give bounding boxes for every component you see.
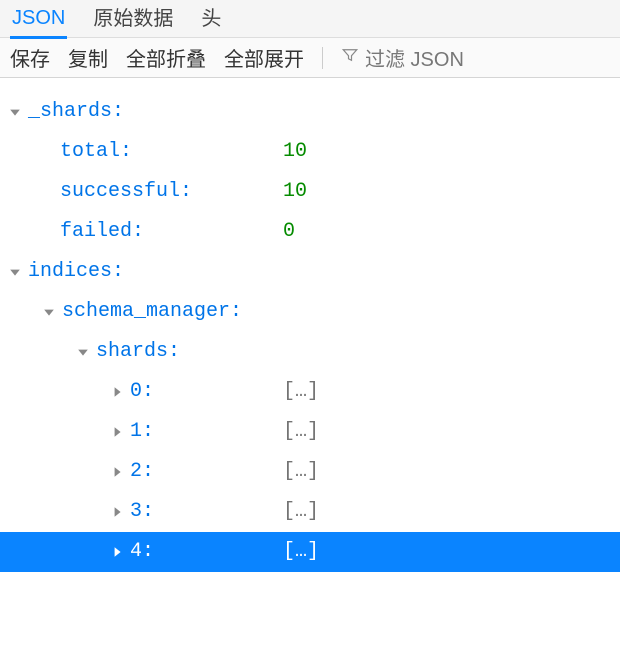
colon: : bbox=[132, 212, 144, 252]
tree-row-shard-0[interactable]: 0: […] bbox=[0, 372, 620, 412]
tree-value: […] bbox=[283, 452, 319, 492]
colon: : bbox=[120, 132, 132, 172]
tree-key: schema_manager bbox=[62, 292, 230, 332]
chevron-down-icon[interactable] bbox=[74, 346, 92, 358]
chevron-right-icon[interactable] bbox=[108, 426, 126, 438]
colon: : bbox=[230, 292, 242, 332]
tree-row-shards[interactable]: _shards: bbox=[0, 92, 620, 132]
colon: : bbox=[142, 532, 154, 572]
json-toolbar: 保存 复制 全部折叠 全部展开 过滤 JSON bbox=[0, 38, 620, 78]
colon: : bbox=[112, 92, 124, 132]
tree-row-schema-manager[interactable]: schema_manager: bbox=[0, 292, 620, 332]
tree-value: […] bbox=[283, 372, 319, 412]
json-tree: _shards: total: 10 successful: 10 failed… bbox=[0, 78, 620, 572]
funnel-icon bbox=[341, 46, 359, 70]
tab-raw-data[interactable]: 原始数据 bbox=[91, 1, 175, 37]
tree-row-shard-3[interactable]: 3: […] bbox=[0, 492, 620, 532]
collapse-all-button[interactable]: 全部折叠 bbox=[126, 43, 206, 72]
tree-value: […] bbox=[283, 492, 319, 532]
tree-row-successful[interactable]: successful: 10 bbox=[0, 172, 620, 212]
chevron-down-icon[interactable] bbox=[6, 266, 24, 278]
tree-key: total bbox=[60, 132, 120, 172]
chevron-down-icon[interactable] bbox=[6, 106, 24, 118]
tree-value: 10 bbox=[283, 172, 307, 212]
colon: : bbox=[112, 252, 124, 292]
tree-value: […] bbox=[283, 532, 319, 572]
toolbar-separator bbox=[322, 47, 323, 69]
colon: : bbox=[180, 172, 192, 212]
tree-row-shard-4[interactable]: 4: […] bbox=[0, 532, 620, 572]
chevron-right-icon[interactable] bbox=[108, 386, 126, 398]
tab-json[interactable]: JSON bbox=[10, 0, 67, 39]
tree-key: 4 bbox=[130, 532, 142, 572]
tree-key: 2 bbox=[130, 452, 142, 492]
chevron-right-icon[interactable] bbox=[108, 546, 126, 558]
tab-headers[interactable]: 头 bbox=[199, 1, 223, 37]
tree-value: 10 bbox=[283, 132, 307, 172]
tree-key: successful bbox=[60, 172, 180, 212]
tree-key: 0 bbox=[130, 372, 142, 412]
tree-key: indices bbox=[28, 252, 112, 292]
tree-row-shard-2[interactable]: 2: […] bbox=[0, 452, 620, 492]
tree-key: 1 bbox=[130, 412, 142, 452]
view-tabs: JSON 原始数据 头 bbox=[0, 0, 620, 38]
tree-row-total[interactable]: total: 10 bbox=[0, 132, 620, 172]
filter-json[interactable]: 过滤 JSON bbox=[341, 43, 464, 72]
tree-key: 3 bbox=[130, 492, 142, 532]
tree-row-inner-shards[interactable]: shards: bbox=[0, 332, 620, 372]
chevron-down-icon[interactable] bbox=[40, 306, 58, 318]
colon: : bbox=[142, 492, 154, 532]
save-button[interactable]: 保存 bbox=[10, 43, 50, 72]
tree-key: failed bbox=[60, 212, 132, 252]
tree-value: […] bbox=[283, 412, 319, 452]
chevron-right-icon[interactable] bbox=[108, 466, 126, 478]
tree-value: 0 bbox=[283, 212, 295, 252]
colon: : bbox=[142, 452, 154, 492]
colon: : bbox=[142, 412, 154, 452]
colon: : bbox=[168, 332, 180, 372]
tree-key: _shards bbox=[28, 92, 112, 132]
copy-button[interactable]: 复制 bbox=[68, 43, 108, 72]
tree-key: shards bbox=[96, 332, 168, 372]
expand-all-button[interactable]: 全部展开 bbox=[224, 43, 304, 72]
chevron-right-icon[interactable] bbox=[108, 506, 126, 518]
tree-row-failed[interactable]: failed: 0 bbox=[0, 212, 620, 252]
colon: : bbox=[142, 372, 154, 412]
tree-row-shard-1[interactable]: 1: […] bbox=[0, 412, 620, 452]
filter-placeholder: 过滤 JSON bbox=[365, 43, 464, 72]
tree-row-indices[interactable]: indices: bbox=[0, 252, 620, 292]
